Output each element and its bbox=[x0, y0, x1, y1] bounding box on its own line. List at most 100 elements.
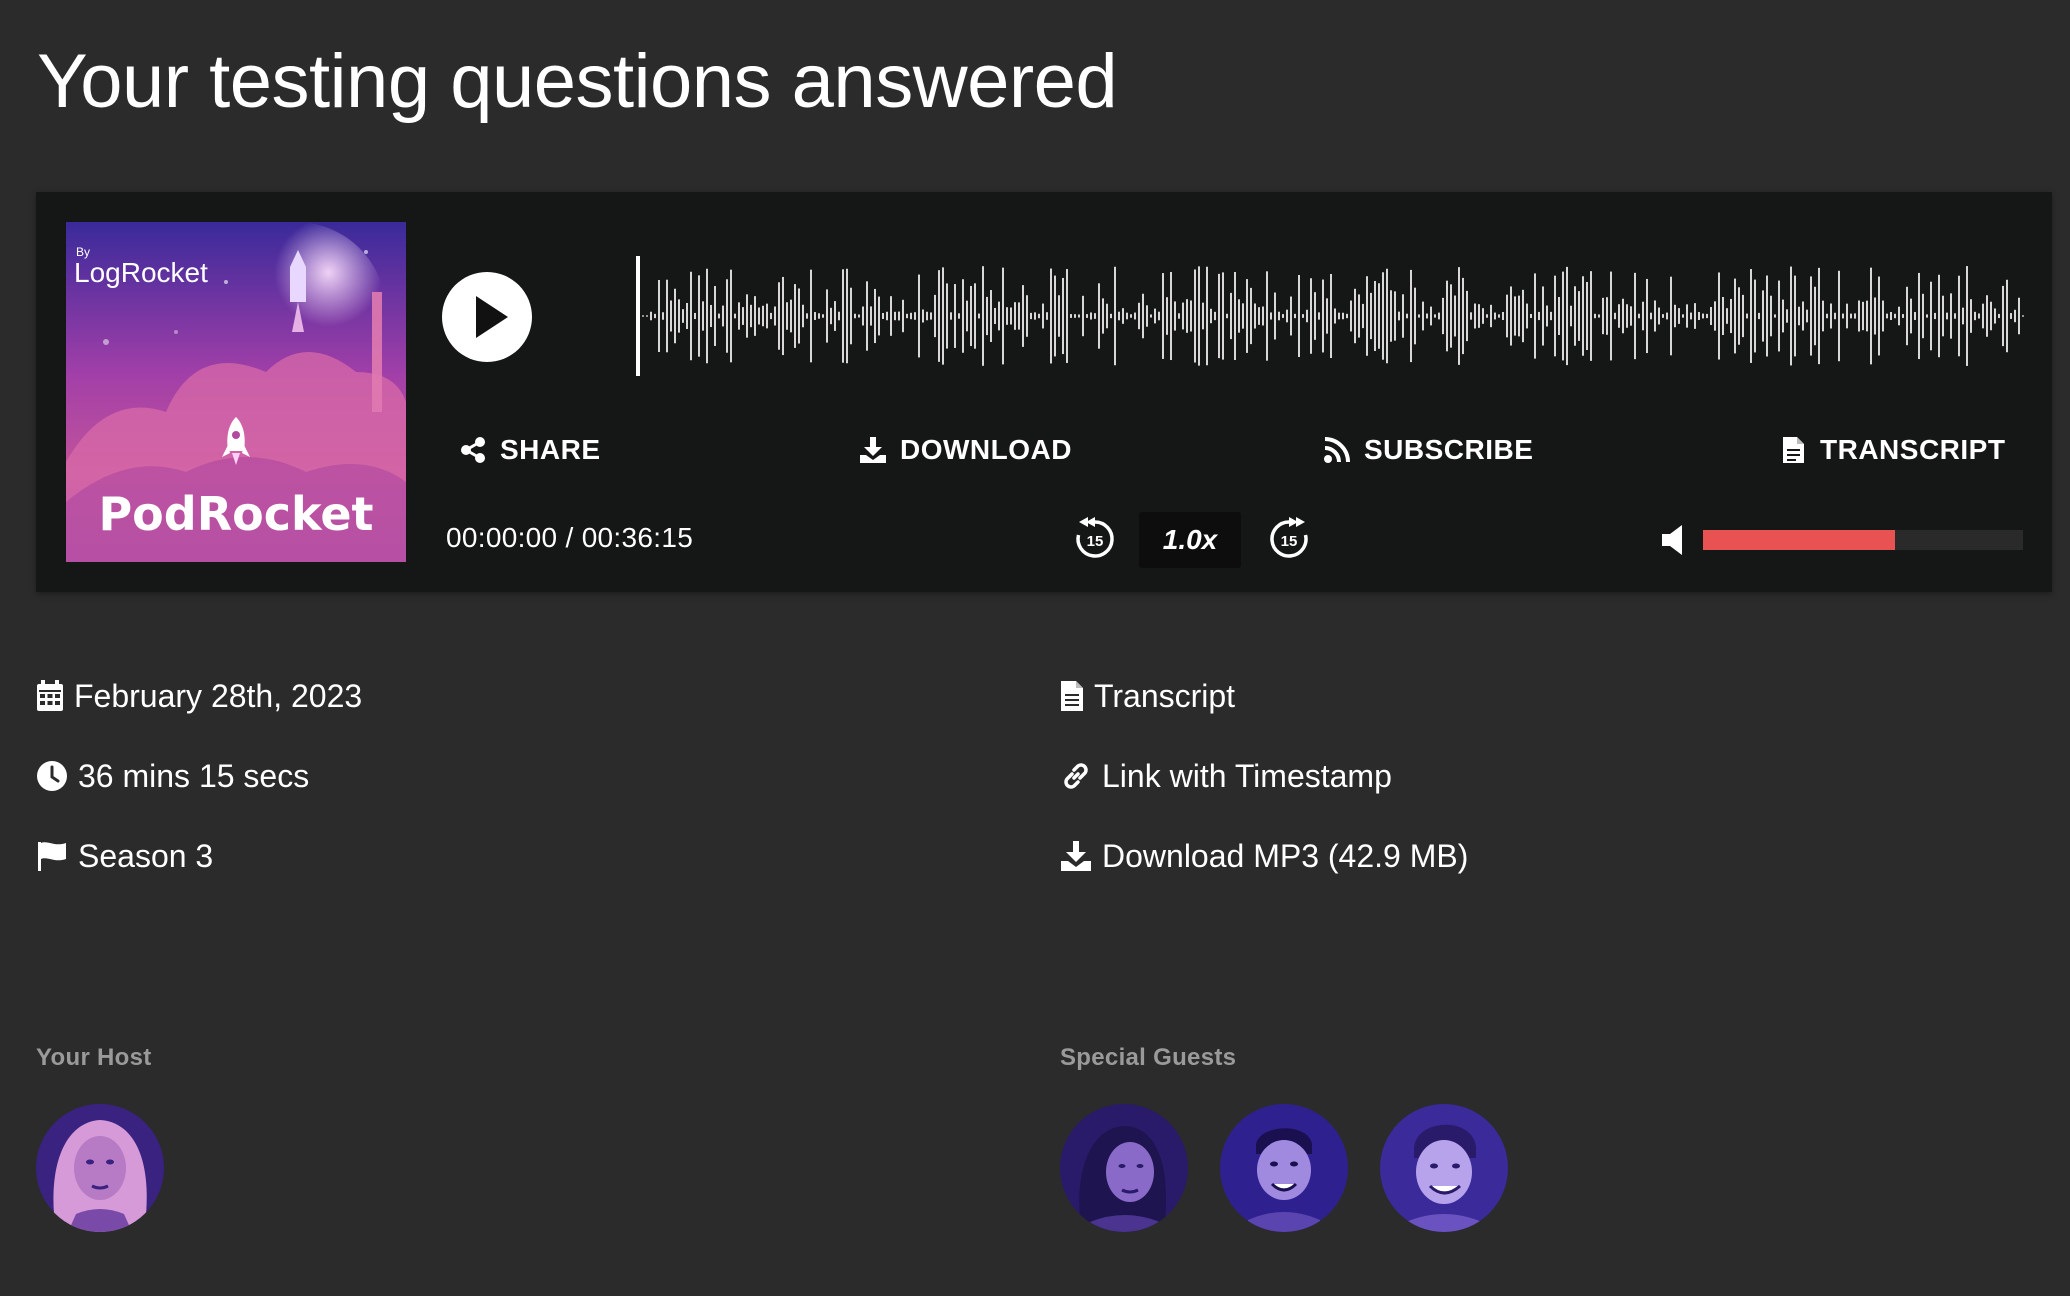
waveform-bar bbox=[1602, 297, 1604, 335]
waveform-bar bbox=[1986, 295, 1988, 337]
waveform-bar bbox=[906, 313, 908, 319]
waveform-bar bbox=[1682, 314, 1684, 318]
waveform-bar bbox=[1606, 297, 1608, 335]
play-button[interactable] bbox=[442, 272, 532, 362]
download-button[interactable]: DOWNLOAD bbox=[858, 430, 1072, 470]
waveform-bar bbox=[774, 306, 776, 326]
transcript-button[interactable]: TRANSCRIPT bbox=[1778, 430, 2005, 470]
waveform-bar bbox=[1290, 296, 1292, 336]
waveform-bar bbox=[742, 307, 744, 325]
waveform-bar bbox=[962, 279, 964, 353]
waveform-bar bbox=[870, 306, 872, 326]
skip-forward-button[interactable]: 15 bbox=[1266, 516, 1312, 562]
waveform-bar bbox=[1438, 312, 1440, 320]
waveform-bar bbox=[674, 288, 676, 344]
playback-speed-button[interactable]: 1.0x bbox=[1139, 512, 1241, 568]
guest-avatar-3[interactable] bbox=[1380, 1104, 1508, 1232]
waveform-bar bbox=[1382, 272, 1384, 360]
skip-back-seconds: 15 bbox=[1087, 533, 1104, 550]
waveform-bar bbox=[1534, 273, 1536, 359]
waveform-bar bbox=[1370, 292, 1372, 340]
audio-waveform[interactable] bbox=[636, 252, 2026, 380]
waveform-bar bbox=[1670, 276, 1672, 356]
share-button[interactable]: SHARE bbox=[458, 430, 601, 470]
waveform-bar bbox=[1458, 267, 1460, 365]
waveform-bar bbox=[1450, 284, 1452, 348]
waveform-bar bbox=[726, 279, 728, 353]
waveform-bar bbox=[1002, 267, 1004, 365]
waveform-bar bbox=[942, 267, 944, 365]
waveform-bar bbox=[1374, 280, 1376, 352]
waveform-bar bbox=[1954, 313, 1956, 319]
waveform-bar bbox=[1158, 311, 1160, 321]
waveform-bar bbox=[1838, 270, 1840, 362]
waveform-bar bbox=[814, 312, 816, 320]
waveform-bar bbox=[1262, 306, 1264, 326]
waveform-bar bbox=[1434, 314, 1436, 318]
waveform-bar bbox=[662, 312, 664, 320]
host-avatar-image bbox=[36, 1104, 164, 1232]
transcript-link[interactable]: Transcript bbox=[1060, 676, 1235, 716]
waveform-bar bbox=[1662, 314, 1664, 318]
waveform-bar bbox=[1282, 314, 1284, 318]
waveform-bar bbox=[1082, 295, 1084, 337]
waveform-bar bbox=[990, 290, 992, 342]
episode-duration: 36 mins 15 secs bbox=[36, 756, 309, 796]
podcast-cover-art: By LogRocket PodRocket bbox=[66, 222, 406, 562]
waveform-bar bbox=[1562, 271, 1564, 361]
waveform-bar bbox=[1306, 309, 1308, 323]
waveform-bar bbox=[1302, 314, 1304, 318]
waveform-bar bbox=[970, 285, 972, 347]
waveform-bar bbox=[1182, 302, 1184, 330]
waveform-bar bbox=[694, 312, 696, 320]
episode-season-text: Season 3 bbox=[78, 837, 214, 874]
play-icon bbox=[476, 296, 508, 338]
waveform-bar bbox=[2014, 309, 2016, 323]
waveform-bar bbox=[946, 283, 948, 349]
waveform-bar bbox=[850, 287, 852, 345]
waveform-bar bbox=[1850, 313, 1852, 319]
waveform-bar bbox=[1690, 312, 1692, 320]
waveform-bar bbox=[1210, 308, 1212, 324]
waveform-bar bbox=[1842, 313, 1844, 319]
waveform-bar bbox=[1794, 275, 1796, 357]
waveform-bar bbox=[982, 266, 984, 366]
waveform-bar bbox=[1982, 303, 1984, 329]
waveform-bar bbox=[1430, 306, 1432, 326]
waveform-bar bbox=[1650, 312, 1652, 320]
waveform-bar bbox=[1030, 312, 1032, 320]
waveform-bar bbox=[1962, 307, 1964, 325]
waveform-bar bbox=[938, 270, 940, 362]
waveform-bar bbox=[670, 300, 672, 332]
waveform-playhead[interactable] bbox=[636, 256, 640, 376]
skip-back-button[interactable]: 15 bbox=[1072, 516, 1118, 562]
skip-forward-seconds: 15 bbox=[1281, 533, 1298, 550]
waveform-bar bbox=[1154, 308, 1156, 324]
waveform-bar bbox=[1006, 307, 1008, 325]
waveform-bar bbox=[1530, 313, 1532, 319]
host-avatar[interactable] bbox=[36, 1104, 164, 1232]
subscribe-button[interactable]: SUBSCRIBE bbox=[1322, 430, 1533, 470]
waveform-bar bbox=[1710, 307, 1712, 325]
waveform-bar bbox=[1658, 307, 1660, 325]
waveform-bar bbox=[1466, 290, 1468, 342]
guest-avatar-2[interactable] bbox=[1220, 1104, 1348, 1232]
waveform-bar bbox=[1034, 312, 1036, 320]
download-mp3-link[interactable]: Download MP3 (42.9 MB) bbox=[1060, 836, 1468, 876]
waveform-bar bbox=[1202, 302, 1204, 330]
waveform-bar bbox=[1494, 312, 1496, 320]
waveform-bar bbox=[778, 282, 780, 350]
waveform-bar bbox=[914, 312, 916, 320]
waveform-bar bbox=[802, 304, 804, 328]
volume-slider[interactable] bbox=[1703, 530, 2023, 550]
waveform-bar bbox=[1214, 311, 1216, 321]
timestamp-link[interactable]: Link with Timestamp bbox=[1060, 756, 1392, 796]
waveform-bar bbox=[862, 306, 864, 326]
waveform-bar bbox=[666, 279, 668, 353]
waveform-bar bbox=[1102, 298, 1104, 334]
waveform-bar bbox=[1198, 266, 1200, 366]
waveform-bar bbox=[1518, 295, 1520, 337]
mute-button[interactable] bbox=[1660, 523, 1688, 557]
waveform-bar bbox=[838, 311, 840, 321]
guest-avatar-1[interactable] bbox=[1060, 1104, 1188, 1232]
